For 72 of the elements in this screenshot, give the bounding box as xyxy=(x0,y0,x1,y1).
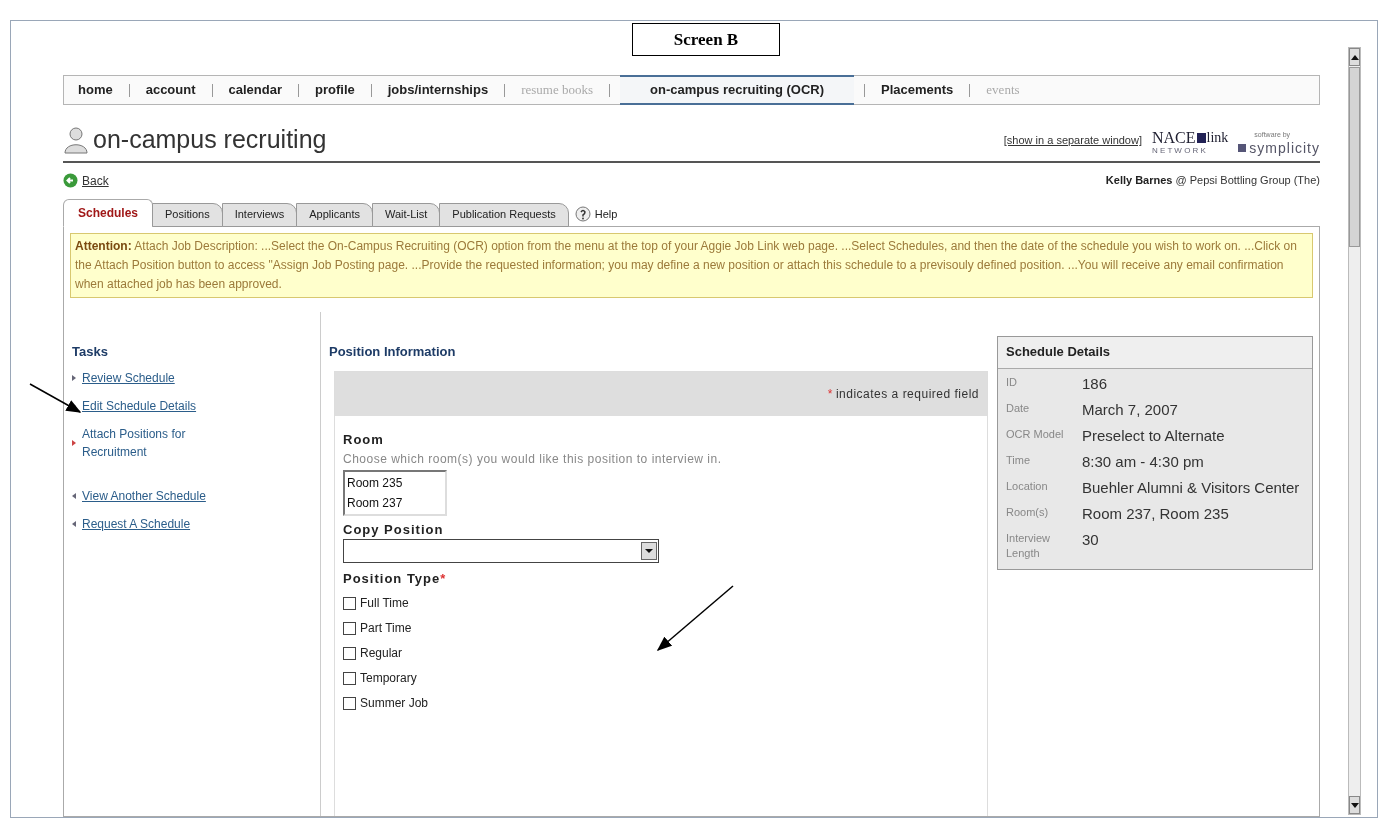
tab[interactable]: Schedules xyxy=(63,198,154,227)
task-link[interactable]: View Another Schedule xyxy=(82,487,206,505)
tab[interactable]: Positions xyxy=(152,202,223,227)
nav-link[interactable]: Placements xyxy=(875,80,960,100)
listbox-option[interactable]: Room 237 xyxy=(345,492,445,513)
field-label: Position Type* xyxy=(343,571,447,586)
nav-link[interactable]: profile xyxy=(309,80,361,100)
panel-title: Schedule Details xyxy=(998,336,1312,369)
detail-label: Room(s) xyxy=(1006,504,1050,520)
detail-value: Buehler Alumni & Visitors Center xyxy=(1082,477,1301,498)
nav-link[interactable]: calendar xyxy=(222,80,288,100)
user-identity: Kelly Barnes @ Pepsi Bottling Group (The) xyxy=(1105,173,1320,189)
checkbox[interactable] xyxy=(343,621,356,635)
help-icon xyxy=(574,206,591,223)
required-field-note: * indicates a required field xyxy=(827,386,979,403)
attention-message: Attention: Attach Job Description: ...Select the On-Campus Recruiting (OCR) option from the menu at the top of your Aggie Job Link web page. ...Select Schedules, and then the date of the schedule you wish to work on. ...Click on the Attach Position button to access "Assign Job Posting page. ...Provide the requested information; you may define a new position or attach this schedule to a previsouly defined position. ...You will receive any email confirmation when attached job has been approved. xyxy=(70,232,1313,298)
detail-value: Preselect to Alternate xyxy=(1082,425,1226,446)
person-icon xyxy=(63,125,89,154)
task-link[interactable]: Review Schedule xyxy=(82,369,175,387)
checkbox-label: Part Time xyxy=(360,620,412,637)
copy-position-select[interactable] xyxy=(343,539,659,563)
help-link[interactable]: Help xyxy=(574,206,618,223)
nav-link[interactable]: home xyxy=(72,80,119,100)
checkbox-label: Temporary xyxy=(360,670,417,687)
checkbox-label: Summer Job xyxy=(360,695,429,712)
tab[interactable]: Applicants xyxy=(296,202,373,227)
vertical-scrollbar[interactable] xyxy=(1348,47,1361,815)
tab[interactable]: Interviews xyxy=(221,202,298,227)
detail-label: OCR Model xyxy=(1006,426,1065,442)
checkbox[interactable] xyxy=(343,671,356,685)
tab[interactable]: Publication Requests xyxy=(439,202,569,227)
detail-value: Room 237, Room 235 xyxy=(1082,503,1230,524)
section-heading: Position Information xyxy=(329,342,457,361)
page-title: on-campus recruiting xyxy=(93,124,327,155)
task-link[interactable]: Edit Schedule Details xyxy=(82,397,197,415)
checkbox[interactable] xyxy=(343,596,356,610)
scroll-thumb[interactable] xyxy=(1349,67,1360,247)
detail-value: 30 xyxy=(1082,529,1100,550)
scroll-down-icon[interactable] xyxy=(1349,796,1360,814)
detail-value: 8:30 am - 4:30 pm xyxy=(1082,451,1205,472)
checkbox-label: Regular xyxy=(360,645,403,662)
detail-label: ID xyxy=(1006,374,1018,390)
scroll-up-icon[interactable] xyxy=(1349,48,1360,66)
field-label: Copy Position xyxy=(343,520,445,539)
detail-label: Location xyxy=(1006,478,1049,494)
left-triangle-icon xyxy=(72,521,76,527)
checkbox[interactable] xyxy=(343,646,356,660)
task-link[interactable]: Attach Positions for Recruitment xyxy=(82,425,212,461)
nav-link[interactable]: jobs/internships xyxy=(381,80,495,100)
tab[interactable]: Wait-List xyxy=(371,202,441,227)
dropdown-caret-icon xyxy=(641,542,657,560)
detail-label: Time xyxy=(1006,452,1032,468)
detail-label: Date xyxy=(1006,400,1031,416)
checkbox-label: Full Time xyxy=(360,595,409,612)
detail-value: March 7, 2007 xyxy=(1082,399,1179,420)
separate-window-link[interactable]: [show in a separate window] xyxy=(1003,132,1142,149)
nav-link[interactable]: on-campus recruiting (OCR) xyxy=(620,75,855,105)
task-link[interactable]: Request A Schedule xyxy=(82,515,191,533)
checkbox[interactable] xyxy=(343,696,356,710)
tasks-heading: Tasks xyxy=(72,342,109,361)
nav-link[interactable]: account xyxy=(139,80,202,100)
detail-value: 186 xyxy=(1082,373,1109,394)
field-hint: Choose which room(s) you would like this position to interview in. xyxy=(343,450,723,468)
back-link[interactable]: Back xyxy=(63,171,109,190)
screen-caption: Screen B xyxy=(673,28,739,51)
nace-link-logo: NACE link N E T W O R K xyxy=(1152,129,1229,155)
field-label: Room xyxy=(343,431,385,449)
left-triangle-icon xyxy=(72,493,76,499)
room-listbox[interactable]: Room 235 Room 237 xyxy=(343,469,447,516)
annotation-arrow xyxy=(29,383,82,413)
detail-label: Interview Length xyxy=(1006,530,1052,561)
listbox-option[interactable]: Room 235 xyxy=(345,472,445,493)
